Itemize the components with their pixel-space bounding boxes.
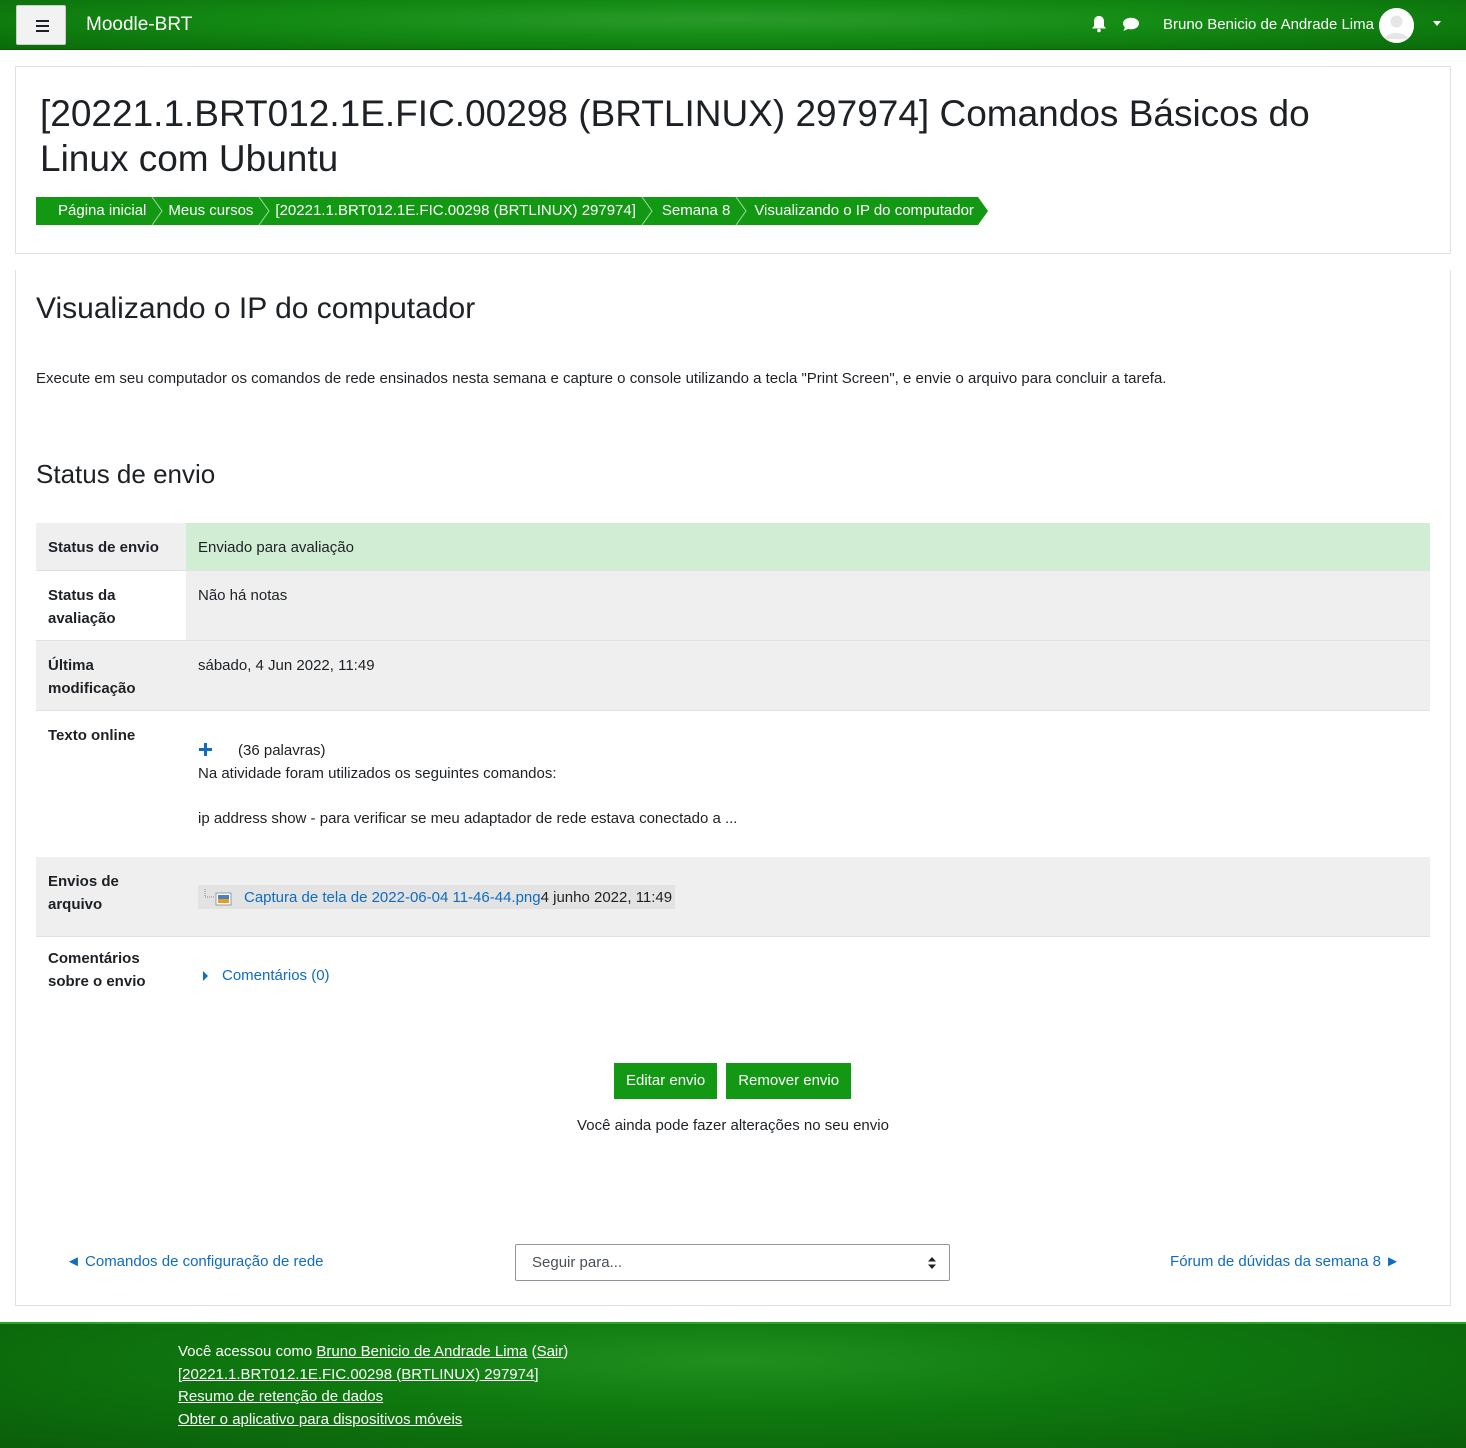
menu-toggle-button[interactable] [16, 5, 66, 45]
breadcrumb-item-course[interactable]: [20221.1.BRT012.1E.FIC.00298 (BRTLINUX) … [271, 197, 640, 225]
breadcrumb-separator-icon [639, 197, 654, 225]
footer-user-link[interactable]: Bruno Benicio de Andrade Lima [316, 1343, 527, 1360]
row-label-line: Última [48, 657, 94, 674]
row-label: Status de envio [36, 523, 186, 570]
breadcrumb-item-week[interactable]: Semana 8 [653, 197, 735, 225]
breadcrumb-label: [20221.1.BRT012.1E.FIC.00298 (BRTLINUX) … [275, 202, 636, 219]
logout-link[interactable]: Sair [537, 1343, 564, 1360]
remove-submission-button[interactable]: Remover envio [726, 1063, 852, 1099]
row-label: Comentários sobre o envio [36, 937, 186, 1014]
comments-link[interactable]: Comentários (0) [222, 964, 330, 987]
word-count: (36 palavras) [238, 742, 326, 759]
table-row: Status da avaliação Não há notas [36, 570, 1430, 640]
breadcrumb-label: Semana 8 [661, 202, 731, 219]
row-label: Status da avaliação [36, 571, 186, 640]
online-text-line: ip address show - para verificar se meu … [198, 810, 738, 827]
footer-course-link[interactable]: [20221.1.BRT012.1E.FIC.00298 (BRTLINUX) … [178, 1366, 539, 1383]
table-row: Envios de arquivo Captura de tela de 202… [36, 857, 1430, 936]
data-retention-link[interactable]: Resumo de retenção de dados [178, 1388, 383, 1405]
next-activity-link[interactable]: Fórum de dúvidas da semana 8 ► [1170, 1253, 1400, 1270]
jump-to-select[interactable]: Seguir para... [515, 1244, 950, 1281]
row-label: Última modificação [36, 641, 186, 710]
submission-status-table: Status de envio Enviado para avaliação S… [36, 523, 1430, 1014]
breadcrumb-separator-icon [150, 197, 165, 225]
select-arrows-icon [928, 1257, 936, 1269]
table-row: Comentários sobre o envio Comentários (0… [36, 936, 1430, 1014]
menu-icon-bar [36, 25, 49, 27]
menu-icon [36, 20, 49, 22]
row-label-line: sobre o envio [48, 973, 146, 990]
table-row: Status de envio Enviado para avaliação [36, 523, 1430, 570]
online-text-line: Na atividade foram utilizados os seguint… [198, 765, 557, 782]
breadcrumb-item-my-courses[interactable]: Meus cursos [164, 197, 258, 225]
previous-activity-link[interactable]: ◄ Comandos de configuração de rede [66, 1253, 324, 1270]
breadcrumb-label: Visualizando o IP do computador [754, 202, 974, 219]
page-footer: Você acessou como Bruno Benicio de Andra… [0, 1322, 1466, 1448]
row-label-line: arquivo [48, 896, 103, 913]
row-label-line: Comentários [48, 950, 140, 967]
submission-actions: Editar envio Remover envio [614, 1063, 852, 1099]
footer-course-line: [20221.1.BRT012.1E.FIC.00298 (BRTLINUX) … [178, 1366, 539, 1383]
online-text-summary: (36 palavras) [198, 739, 1418, 762]
footer-mobile-line: Obter o aplicativo para dispositivos móv… [178, 1411, 462, 1428]
assignment-description: Execute em seu computador os comandos de… [36, 370, 1167, 387]
breadcrumb: Página inicial Meus cursos [20221.1.BRT0… [36, 197, 990, 225]
submission-status-value: Enviado para avaliação [186, 523, 1430, 570]
file-submissions-value: Captura de tela de 2022-06-04 11-46-44.p… [186, 857, 1430, 936]
page-title: Visualizando o IP do computador [36, 292, 476, 325]
submitted-file-date: 4 junho 2022, 11:49 [540, 888, 673, 906]
row-label: Envios de arquivo [36, 857, 186, 936]
logged-in-prefix: Você acessou como [178, 1343, 313, 1360]
mobile-app-link[interactable]: Obter o aplicativo para dispositivos móv… [178, 1411, 462, 1428]
main-region: Visualizando o IP do computador Execute … [15, 270, 1451, 1306]
row-label-line: Status da [48, 587, 116, 604]
grading-status-value: Não há notas [186, 571, 1430, 640]
footer-retention-line: Resumo de retenção de dados [178, 1388, 383, 1405]
row-label: Texto online [48, 727, 136, 744]
table-row: Última modificação sábado, 4 Jun 2022, 1… [36, 640, 1430, 710]
submission-note: Você ainda pode fazer alterações no seu … [577, 1117, 889, 1134]
bell-icon[interactable] [1091, 15, 1107, 33]
course-title: [20221.1.BRT012.1E.FIC.00298 (BRTLINUX) … [40, 93, 1310, 179]
breadcrumb-label: Meus cursos [168, 202, 254, 219]
row-label-line: Envios de [48, 873, 119, 890]
plus-icon[interactable] [199, 743, 212, 756]
jump-to-placeholder: Seguir para... [532, 1254, 623, 1271]
breadcrumb-separator-icon [734, 197, 749, 225]
comments-toggle[interactable]: Comentários (0) [202, 964, 330, 987]
last-modified-value: sábado, 4 Jun 2022, 11:49 [198, 657, 375, 674]
user-menu-name[interactable]: Bruno Benicio de Andrade Lima [1163, 16, 1374, 33]
avatar[interactable] [1379, 8, 1414, 43]
user-avatar-icon [1379, 8, 1414, 43]
online-text-value: (36 palavras) Na atividade foram utiliza… [186, 711, 1430, 857]
table-row: Texto online (36 palavras) Na atividade … [36, 710, 1430, 857]
breadcrumb-end-icon [975, 197, 988, 225]
breadcrumb-item-current[interactable]: Visualizando o IP do computador [748, 197, 976, 225]
breadcrumb-item-home[interactable]: Página inicial [36, 197, 151, 225]
row-label-line: modificação [48, 680, 136, 697]
comments-value: Comentários (0) [186, 937, 1430, 1014]
edit-submission-button[interactable]: Editar envio [614, 1063, 718, 1099]
breadcrumb-label: Página inicial [58, 202, 147, 219]
logged-in-info: Você acessou como Bruno Benicio de Andra… [178, 1343, 569, 1360]
submitted-file-link[interactable]: Captura de tela de 2022-06-04 11-46-44.p… [244, 886, 541, 909]
top-navbar: Moodle-BRT Bruno Benicio de Andrade Lima [0, 0, 1466, 50]
menu-icon-bar [36, 30, 49, 32]
image-file-icon [204, 889, 232, 906]
file-tree-item: Captura de tela de 2022-06-04 11-46-44.p… [198, 885, 675, 909]
row-label-line: avaliação [48, 610, 116, 627]
section-heading: Status de envio [36, 459, 216, 489]
chevron-down-icon[interactable] [1433, 21, 1441, 26]
breadcrumb-separator-icon [257, 197, 272, 225]
caret-right-icon [203, 970, 208, 981]
page-header: [20221.1.BRT012.1E.FIC.00298 (BRTLINUX) … [15, 66, 1451, 254]
site-name[interactable]: Moodle-BRT [86, 14, 192, 36]
chat-icon[interactable] [1122, 17, 1140, 32]
